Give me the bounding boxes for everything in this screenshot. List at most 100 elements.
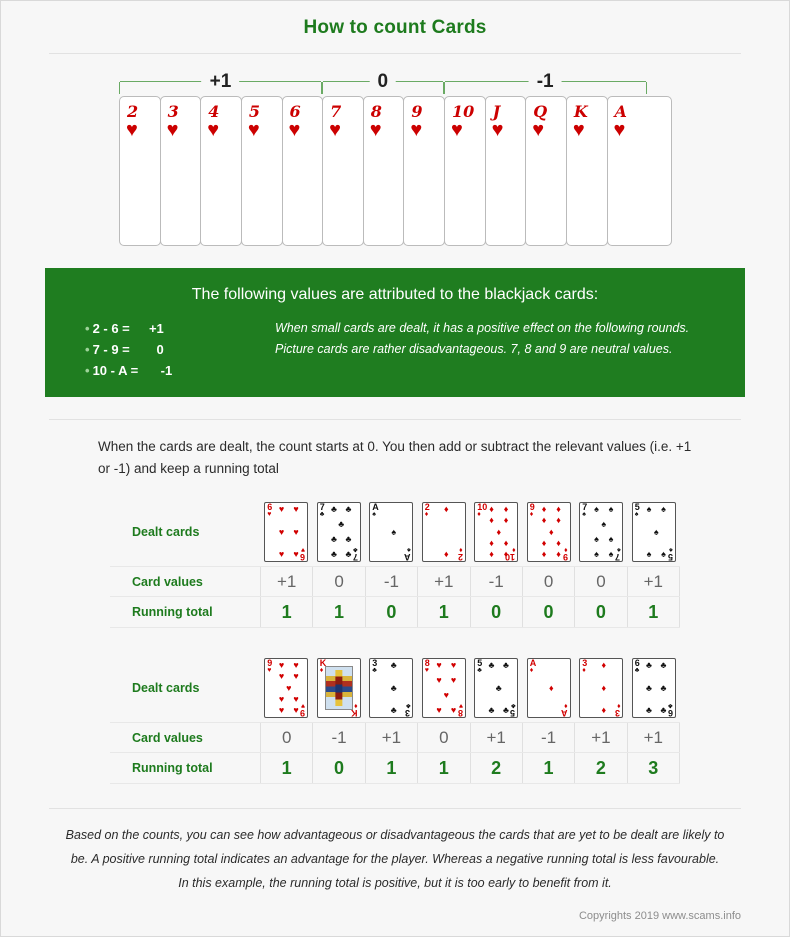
pip: ♠	[646, 504, 652, 514]
pip: ♣	[345, 549, 352, 559]
pip: ♦	[443, 549, 449, 559]
pip: ♣	[331, 549, 337, 559]
card-cell: 9 ♥ 9 ♥ ♥ ♥ ♥ ♥ ♥ ♥ ♥ ♥ ♥	[260, 654, 313, 722]
page-title: How to count Cards	[303, 17, 487, 38]
values-list: • 2 - 6 = +1 • 7 - 9 = 0 • 10 - A = -1	[85, 316, 275, 381]
card-cell: 9 ♦ 9 ♦ ♦ ♦ ♦ ♦ ♦ ♦ ♦ ♦ ♦	[523, 498, 576, 566]
pip: ♥	[450, 675, 457, 685]
suit-icon: ♣	[634, 667, 640, 674]
pip: ♥	[436, 675, 442, 685]
value-range: 2 - 6 =	[92, 321, 130, 336]
pip: ♠	[646, 549, 652, 559]
pip: ♥	[278, 526, 285, 537]
pip: ♣	[660, 705, 667, 715]
pip: ♦	[503, 549, 509, 559]
reference-card-row: 2 ♥ 3 ♥ 4 ♥ 5 ♥ 6 ♥ 7 ♥ 8 ♥ 9 ♥ 10 ♥ J ♥ Q ♥ K ♥ A ♥	[119, 96, 672, 246]
card-value: 0	[574, 567, 626, 596]
card-value: -1	[469, 567, 522, 596]
heart-icon: ♥	[491, 119, 504, 141]
reference-card-6: 6 ♥	[281, 96, 324, 246]
heart-icon: ♥	[572, 119, 585, 141]
example-table-2: Dealt cards 9 ♥ 9 ♥ ♥ ♥ ♥ ♥ ♥ ♥ ♥ ♥ ♥ K ♦ K ♦ 3 ♣ 3 ♣ ♣ ♣ ♣ 8 ♥ 8 ♥ ♥…	[110, 654, 680, 784]
pip: ♠	[601, 519, 607, 529]
reference-card-8: 8 ♥	[362, 96, 405, 246]
pip: ♣	[345, 534, 352, 544]
playing-card-K-red: K ♦ K ♦	[316, 658, 361, 718]
card-pips: ♦ ♦ ♦ ♦ ♦ ♦ ♦ ♦ ♦	[537, 505, 566, 559]
suit-icon: ♣	[319, 511, 325, 518]
suit-icon: ♥	[424, 667, 429, 674]
pip: ♥	[278, 504, 285, 514]
pip: ♥	[450, 660, 457, 670]
card-pips: ♦ ♦ ♦	[589, 661, 618, 715]
divider-top	[49, 53, 741, 54]
card-cell: 5 ♠ 5 ♠ ♠ ♠ ♠ ♠ ♠	[628, 498, 681, 566]
suit-icon: ♦	[319, 667, 324, 674]
pip: ♥	[293, 693, 299, 704]
reference-card-3: 3 ♥	[159, 96, 202, 246]
card-pips: ♦	[537, 661, 566, 715]
running-total-label: Running total	[132, 761, 213, 775]
card-values-label: Card values	[132, 730, 203, 745]
card-value: 0	[260, 723, 312, 752]
card-pips: ♣ ♣ ♣ ♣ ♣ ♣ ♣	[327, 505, 356, 559]
pip: ♣	[503, 705, 509, 715]
pip: ♥	[450, 705, 457, 715]
running-total-label: Running total	[132, 605, 213, 619]
playing-card-6-red: 6 ♥ 6 ♥ ♥ ♥ ♥ ♥ ♥ ♥	[264, 502, 309, 562]
pip: ♦	[503, 504, 509, 514]
bracket-label: 0	[369, 72, 397, 92]
pip: ♠	[594, 549, 599, 559]
running-total-value: 0	[364, 597, 417, 627]
suit-icon: ♣	[477, 667, 482, 674]
pip: ♦	[541, 549, 547, 559]
pip: ♥	[278, 705, 285, 715]
values-box: The following values are attributed to t…	[45, 268, 745, 397]
reference-card-4: 4 ♥	[200, 96, 242, 246]
pip: ♥	[443, 690, 449, 700]
pip: ♦	[541, 504, 547, 514]
suit-icon: ♣	[372, 667, 377, 674]
pip: ♦	[556, 537, 561, 548]
card-value: -1	[312, 723, 364, 752]
playing-card-3-black: 3 ♣ 3 ♣ ♣ ♣ ♣	[369, 658, 414, 718]
card-pips: ♣ ♣ ♣ ♣ ♣ ♣	[642, 661, 671, 715]
card-values-label: Card values	[132, 574, 203, 589]
pip: ♣	[503, 660, 509, 670]
card-pips: ♥ ♥ ♥ ♥ ♥ ♥	[274, 505, 303, 559]
bracket-2-6: +1	[119, 72, 322, 94]
heart-icon: ♥	[329, 119, 341, 141]
divider-middle	[49, 419, 741, 420]
pip: ♥	[436, 705, 442, 715]
suit-icon: ♦	[529, 667, 534, 674]
card-values-row: Card values 0 -1 +1 0 +1 -1 +1 +1	[110, 722, 680, 752]
playing-card-7-black: 7 ♠ 7 ♠ ♠ ♠ ♠ ♠ ♠ ♠ ♠	[579, 502, 624, 562]
reference-card-A: A ♥	[606, 96, 672, 246]
bracket-label: -1	[528, 72, 562, 92]
dealt-cards-cells: 9 ♥ 9 ♥ ♥ ♥ ♥ ♥ ♥ ♥ ♥ ♥ ♥ K ♦ K ♦ 3 ♣ 3 ♣ ♣ ♣ ♣ 8 ♥ 8 ♥ ♥ ♥ ♥ ♥ ♥ ♥ ♥ 5 ♣ 5 ♣ ♣…	[260, 654, 680, 722]
running-total-value: 1	[626, 597, 680, 627]
pip: ♠	[391, 526, 397, 537]
card-cell: 7 ♣ 7 ♣ ♣ ♣ ♣ ♣ ♣ ♣ ♣	[313, 498, 366, 566]
card-value: 0	[417, 723, 469, 752]
value-rule--1: • 10 - A = -1	[85, 360, 275, 381]
footnote: Based on the counts, you can see how adv…	[45, 823, 745, 895]
reference-card-2: 2 ♥	[119, 96, 161, 246]
pip: ♥	[293, 660, 299, 670]
pip: ♠	[653, 526, 659, 537]
card-value: -1	[364, 567, 417, 596]
heart-icon: ♥	[613, 119, 626, 141]
pip: ♦	[601, 660, 607, 670]
pip: ♦	[496, 526, 502, 537]
pip: ♥	[293, 549, 299, 559]
bullet-icon: •	[85, 342, 90, 357]
reference-card-7: 7 ♥	[322, 96, 364, 246]
reference-card-Q: Q ♥	[525, 96, 567, 246]
card-value: +1	[417, 567, 469, 596]
card-cell: K ♦ K ♦	[313, 654, 366, 722]
copyright-text: Copyrights 2019 www.scams.info	[578, 910, 741, 922]
pip: ♥	[278, 693, 285, 704]
playing-card-8-red: 8 ♥ 8 ♥ ♥ ♥ ♥ ♥ ♥ ♥ ♥	[421, 658, 466, 718]
suit-icon: ♠	[634, 511, 639, 518]
intro-paragraph: When the cards are dealt, the count star…	[98, 439, 692, 476]
